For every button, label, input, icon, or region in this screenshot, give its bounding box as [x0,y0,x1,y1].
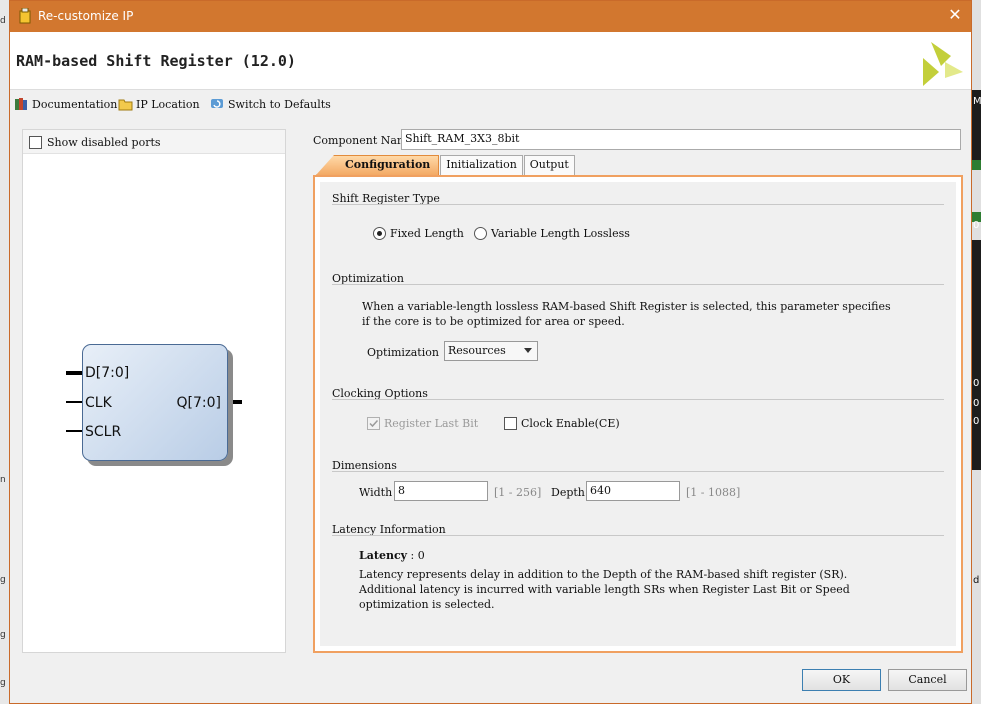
title-bar[interactable]: Re-customize IP ✕ [10,1,971,32]
fixed-length-radio[interactable] [373,227,386,240]
pin-clk [66,401,82,403]
documentation-label: Documentation [32,97,118,111]
register-last-bit-option: Register Last Bit [367,416,478,431]
close-icon[interactable]: ✕ [945,5,965,25]
latency-description-line3: optimization is selected. [359,598,495,611]
port-label-q: Q[7:0] [176,395,221,411]
section-divider [332,535,944,536]
window-title: Re-customize IP [38,9,134,23]
tab-bar: Configuration Initialization Output [316,155,576,175]
background-window-right: M 0 0 0 0 d [972,0,981,704]
toolbar: Documentation IP Location Switch to Defa… [10,90,971,118]
chevron-down-icon [524,348,532,353]
bg-text: 0 [973,398,980,409]
configuration-panel-body: Shift Register Type Fixed Length Variabl… [320,182,956,646]
show-disabled-ports-label: Show disabled ports [47,136,161,149]
latency-description-line1: Latency represents delay in addition to … [359,568,848,581]
pin-d [66,371,82,375]
port-label-clk: CLK [85,395,112,411]
switch-to-defaults-button[interactable]: Switch to Defaults [210,97,331,111]
refresh-icon [211,99,223,108]
optimization-value: Resources [448,344,506,357]
bg-text: 0 [973,378,980,389]
show-disabled-ports-checkbox[interactable] [29,136,42,149]
latency-separator: : [410,549,415,562]
register-last-bit-checkbox [367,417,380,430]
page-title: RAM-based Shift Register (12.0) [16,52,296,70]
folder-icon [118,99,133,111]
optimization-dropdown[interactable]: Resources [444,341,538,361]
latency-label: Latency [359,549,408,562]
documentation-button[interactable]: Documentation [14,97,117,111]
bg-text: 0 [973,416,980,427]
bg-text: g [0,630,6,640]
latency-value-row: Latency : 0 [359,548,425,563]
bg-text: g [0,678,6,688]
pin-q [228,400,242,404]
optimization-description-line1: When a variable-length lossless RAM-base… [362,300,891,313]
width-range: [1 - 256] [494,486,542,499]
depth-label: Depth [551,486,585,499]
bg-text: 0 [973,220,980,231]
recustomize-ip-dialog: Re-customize IP ✕ RAM-based Shift Regist… [9,0,972,704]
variable-length-label: Variable Length Lossless [491,227,630,240]
tab-output[interactable]: Output [523,155,575,175]
tab-initialization[interactable]: Initialization [440,155,523,175]
port-label-d: D[7:0] [85,365,130,381]
component-name-input[interactable]: Shift_RAM_3X3_8bit [401,129,961,150]
pin-sclr [66,430,82,432]
switch-to-defaults-label: Switch to Defaults [228,97,331,111]
width-label: Width [359,486,393,499]
bg-text: g [0,575,6,585]
ip-location-button[interactable]: IP Location [118,97,200,111]
bg-text: d [973,575,980,586]
bg-text: d [0,16,6,26]
bg-green-bar [972,160,981,170]
variable-length-radio[interactable] [474,227,487,240]
cancel-button[interactable]: Cancel [888,669,967,691]
books-icon [15,98,27,110]
bg-text: M [973,96,981,107]
fixed-length-label: Fixed Length [390,227,464,240]
optimization-description-line2: if the core is to be optimized for area … [362,315,625,328]
background-window-left: d n g g g [0,0,9,704]
port-label-sclr: SCLR [85,424,122,440]
width-input[interactable]: 8 [394,481,488,501]
symbol-panel-header: Show disabled ports [23,130,285,154]
tab-configuration[interactable]: Configuration [316,155,440,175]
clock-enable-checkbox[interactable] [504,417,517,430]
clock-enable-option[interactable]: Clock Enable(CE) [504,416,620,431]
clock-enable-label: Clock Enable(CE) [521,417,620,430]
depth-input[interactable]: 640 [586,481,680,501]
latency-value: 0 [417,549,425,562]
bg-dark-strip [972,240,981,470]
variable-length-option[interactable]: Variable Length Lossless [474,226,630,241]
component-name-label: Component Name [313,134,414,147]
latency-description-line2: Additional latency is incurred with vari… [359,583,850,596]
section-divider [332,204,944,205]
section-divider [332,471,944,472]
check-icon [369,419,379,428]
ok-button[interactable]: OK [802,669,881,691]
bg-text: n [0,475,6,485]
ip-package-icon [19,8,31,24]
depth-range: [1 - 1088] [686,486,741,499]
ip-location-label: IP Location [136,97,200,111]
symbol-panel: Show disabled ports D[7:0] CLK SCLR Q[7:… [22,129,286,653]
configuration-panel: Shift Register Type Fixed Length Variabl… [313,175,963,653]
section-divider [332,399,944,400]
dialog-header: RAM-based Shift Register (12.0) [10,32,971,90]
xilinx-logo-icon [923,42,963,86]
ip-symbol-block: D[7:0] CLK SCLR Q[7:0] [82,344,228,461]
section-divider [332,284,944,285]
register-last-bit-label: Register Last Bit [384,417,479,430]
fixed-length-option[interactable]: Fixed Length [373,226,464,241]
optimization-label: Optimization [367,346,439,359]
